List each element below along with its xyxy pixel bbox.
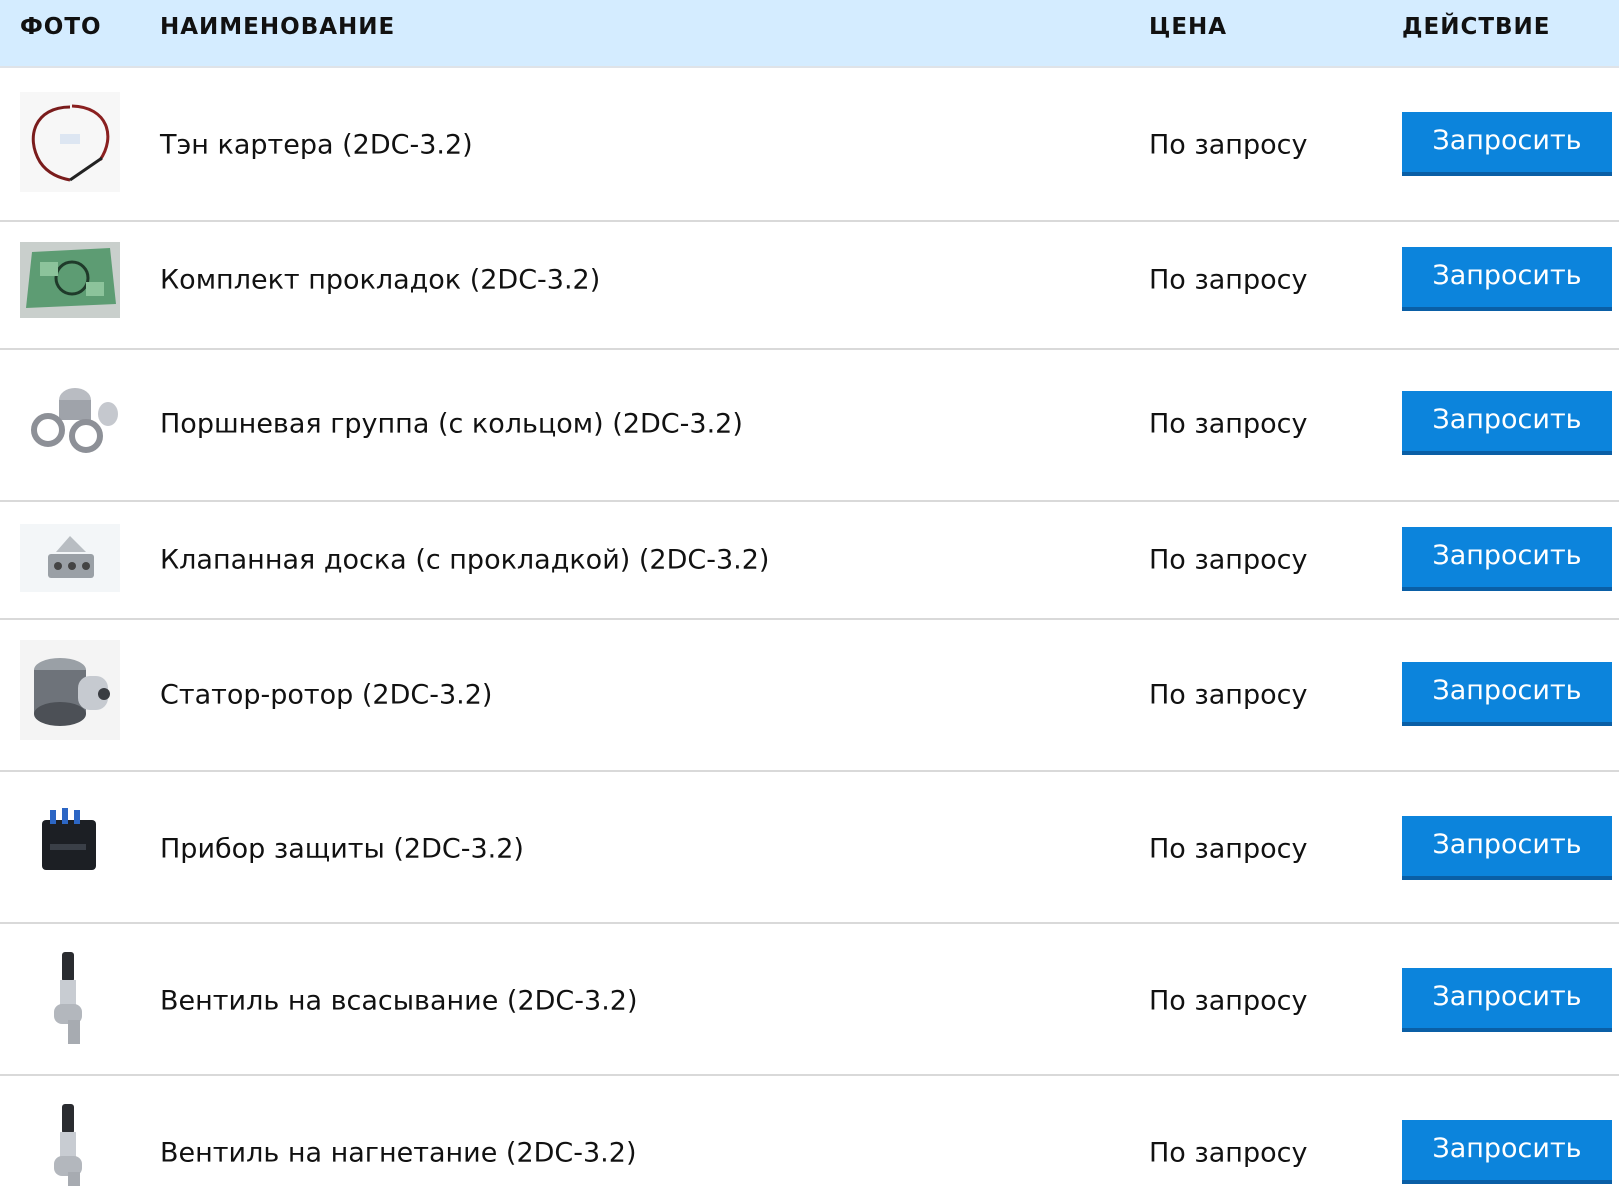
product-name[interactable]: Поршневая группа (с кольцом) (2DC-3.2)	[160, 409, 743, 440]
request-button[interactable]: Запросить	[1402, 816, 1612, 880]
column-header-name: НАИМЕНОВАНИЕ	[160, 14, 396, 40]
product-price: По запросу	[1149, 129, 1308, 161]
column-header-action: ДЕЙСТВИЕ	[1402, 14, 1551, 40]
product-price: По запросу	[1149, 544, 1308, 576]
table-row: Клапанная доска (с прокладкой) (2DC-3.2)…	[0, 502, 1619, 620]
request-button[interactable]: Запросить	[1402, 391, 1612, 455]
product-name[interactable]: Тэн картера (2DC-3.2)	[160, 130, 473, 161]
protection-device-icon[interactable]	[20, 794, 120, 894]
request-button[interactable]: Запросить	[1402, 968, 1612, 1032]
table-row: Вентиль на нагнетание (2DC-3.2) По запро…	[0, 1076, 1619, 1186]
stator-rotor-icon[interactable]	[20, 640, 120, 740]
product-name[interactable]: Комплект прокладок (2DC-3.2)	[160, 265, 600, 296]
table-row: Вентиль на всасывание (2DC-3.2) По запро…	[0, 924, 1619, 1076]
suction-valve-icon[interactable]	[20, 948, 120, 1048]
product-price: По запросу	[1149, 679, 1308, 711]
request-button[interactable]: Запросить	[1402, 112, 1612, 176]
column-header-photo: ФОТО	[20, 14, 102, 40]
table-row: Поршневая группа (с кольцом) (2DC-3.2) П…	[0, 350, 1619, 502]
column-header-price: ЦЕНА	[1149, 14, 1228, 40]
crankcase-heater-icon[interactable]	[20, 92, 120, 192]
piston-group-icon[interactable]	[20, 378, 120, 462]
table-row: Статор-ротор (2DC-3.2) По запросу Запрос…	[0, 620, 1619, 772]
table-row: Комплект прокладок (2DC-3.2) По запросу …	[0, 222, 1619, 350]
table-row: Прибор защиты (2DC-3.2) По запросу Запро…	[0, 772, 1619, 924]
product-name[interactable]: Вентиль на нагнетание (2DC-3.2)	[160, 1138, 636, 1169]
product-price: По запросу	[1149, 1137, 1308, 1169]
parts-table: ФОТО НАИМЕНОВАНИЕ ЦЕНА ДЕЙСТВИЕ Тэн карт…	[0, 0, 1619, 1186]
valve-plate-icon[interactable]	[20, 524, 120, 592]
gasket-kit-icon[interactable]	[20, 242, 120, 318]
table-row: Тэн картера (2DC-3.2) По запросу Запроси…	[0, 68, 1619, 222]
product-price: По запросу	[1149, 833, 1308, 865]
request-button[interactable]: Запросить	[1402, 247, 1612, 311]
product-name[interactable]: Вентиль на всасывание (2DC-3.2)	[160, 986, 637, 1017]
request-button[interactable]: Запросить	[1402, 527, 1612, 591]
request-button[interactable]: Запросить	[1402, 1120, 1612, 1184]
product-name[interactable]: Статор-ротор (2DC-3.2)	[160, 680, 492, 711]
request-button[interactable]: Запросить	[1402, 662, 1612, 726]
product-price: По запросу	[1149, 264, 1308, 296]
product-name[interactable]: Клапанная доска (с прокладкой) (2DC-3.2)	[160, 545, 769, 576]
product-price: По запросу	[1149, 985, 1308, 1017]
table-header: ФОТО НАИМЕНОВАНИЕ ЦЕНА ДЕЙСТВИЕ	[0, 0, 1619, 68]
product-price: По запросу	[1149, 408, 1308, 440]
product-name[interactable]: Прибор защиты (2DC-3.2)	[160, 834, 524, 865]
discharge-valve-icon[interactable]	[20, 1100, 120, 1186]
